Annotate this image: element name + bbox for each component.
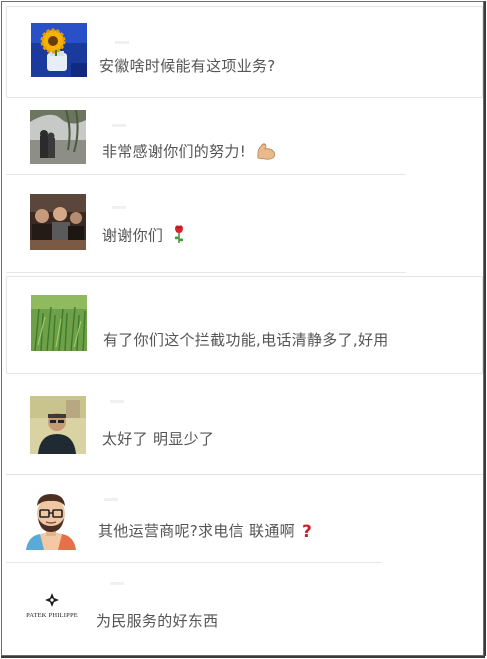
comment-item: 非常感谢你们的努力! xyxy=(6,98,483,174)
flexed-biceps-icon xyxy=(255,140,277,164)
comment-item: 安徽啥时候能有这项业务? xyxy=(6,6,483,98)
cartoon-man-with-beard xyxy=(22,490,80,550)
avatar[interactable] xyxy=(30,110,86,164)
comment-text: 非常感谢你们的努力! xyxy=(102,140,277,164)
rose-icon xyxy=(172,224,186,248)
avatar[interactable] xyxy=(30,396,86,454)
comment-text-content: 非常感谢你们的努力! xyxy=(102,142,247,161)
comment-item: 有了你们这个拦截功能,电话清静多了,好用 xyxy=(6,276,483,374)
man-in-glasses-photo xyxy=(30,396,86,454)
username-placeholder xyxy=(110,400,124,403)
username-placeholder xyxy=(110,582,124,585)
comment-item: 太好了 明显少了 xyxy=(6,380,483,475)
frame-shadow-right xyxy=(484,1,486,656)
comment-text: 为民服务的好东西 xyxy=(96,612,219,630)
comment-text-content: 其他运营商呢?求电信 联通啊 xyxy=(98,522,295,540)
username-placeholder xyxy=(115,41,129,44)
comment-item: 其他运营商呢?求电信 联通啊 ? xyxy=(6,476,483,562)
avatar[interactable] xyxy=(30,194,86,250)
logo-text: PATEK PHILIPPE xyxy=(26,612,78,619)
frame-shadow-bottom xyxy=(1,656,485,658)
comment-text: 有了你们这个拦截功能,电话清静多了,好用 xyxy=(103,331,389,349)
comment-text: 安徽啥时候能有这项业务? xyxy=(99,57,276,75)
people-at-table-photo xyxy=(30,194,86,250)
divider xyxy=(6,174,406,175)
username-placeholder xyxy=(112,206,126,209)
comment-text: 太好了 明显少了 xyxy=(102,430,215,448)
couple-by-willow-photo xyxy=(30,110,86,164)
comment-text: 谢谢你们 xyxy=(102,224,186,248)
avatar[interactable] xyxy=(31,23,87,77)
comment-item: PATEK PHILIPPE 为民服务的好东西 xyxy=(6,566,483,650)
comment-text: 其他运营商呢?求电信 联通啊 ? xyxy=(98,520,312,542)
comment-text-content: 谢谢你们 xyxy=(102,226,164,245)
username-placeholder xyxy=(112,124,126,127)
username-placeholder xyxy=(104,498,118,501)
avatar[interactable] xyxy=(31,295,87,351)
avatar[interactable] xyxy=(22,490,80,550)
green-field-photo xyxy=(31,295,87,351)
divider xyxy=(6,272,406,273)
divider xyxy=(6,562,382,563)
patek-philippe-logo xyxy=(22,580,82,636)
avatar[interactable]: PATEK PHILIPPE xyxy=(22,580,82,636)
sunflower-vase-photo xyxy=(31,23,87,77)
red-question-mark-icon: ? xyxy=(302,521,313,542)
comment-item: 谢谢你们 xyxy=(6,178,483,270)
